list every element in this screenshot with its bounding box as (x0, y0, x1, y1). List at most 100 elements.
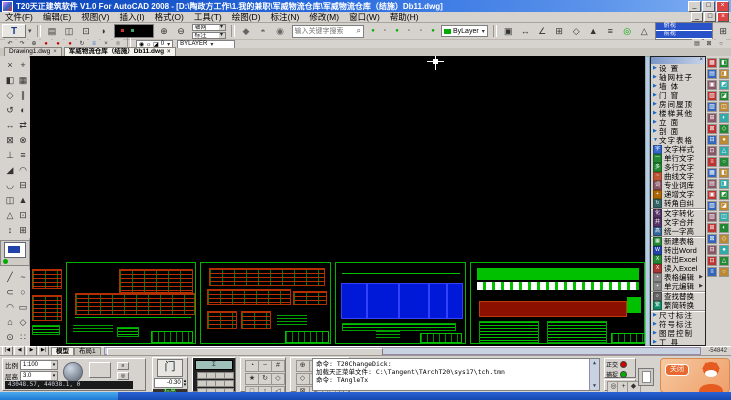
toolbar-icon[interactable]: ⊟ (707, 245, 717, 255)
toolbar-icon[interactable]: ◠ (16, 163, 31, 178)
toolbar-icon[interactable]: ≡ (707, 267, 717, 277)
screen-menu-item[interactable]: ▶墙 体 (651, 82, 705, 91)
toolbar-icon[interactable]: ⊕ (157, 24, 172, 39)
screen-menu-item[interactable]: 并文字合并 (651, 218, 705, 227)
command-line-window[interactable]: 命令: T20ChangeDick:加载天正菜单文件: C:\Tangent\T… (312, 358, 600, 391)
toolbar-icon[interactable]: ⊡ (16, 208, 31, 223)
toolbar-icon[interactable]: ⊡ (79, 24, 94, 39)
toolbar-icon[interactable]: ▫ (416, 26, 426, 36)
door-preview[interactable]: 门 (157, 359, 183, 377)
toolbar-icon[interactable]: △ (719, 256, 729, 266)
menu-item[interactable]: 帮助(H) (385, 11, 424, 23)
horizontal-scrollbar[interactable] (104, 347, 702, 355)
toolbar-icon[interactable]: ▨ (707, 102, 717, 112)
toolbar-icon[interactable]: ▧ (707, 91, 717, 101)
toggle-led[interactable] (620, 371, 627, 378)
toggle-led[interactable] (620, 361, 627, 368)
spinner[interactable]: ▴▾ (184, 379, 187, 387)
color-combo[interactable]: ByLayer (441, 25, 488, 37)
toolbar-icon[interactable]: △ (637, 24, 652, 39)
menu-item[interactable]: 视图(V) (76, 11, 114, 23)
clipboard-icon[interactable] (638, 368, 654, 386)
close-icon[interactable]: × (167, 48, 171, 56)
toolbar-icon[interactable]: ∠ (535, 24, 550, 39)
toolbar-icon[interactable]: ◨ (719, 69, 729, 79)
toolbar-icon[interactable]: ◫ (62, 24, 77, 39)
toolbar-icon[interactable]: ⊖ (174, 24, 189, 39)
toolbar-icon[interactable]: ⊟ (16, 178, 31, 193)
screen-menu-item[interactable]: ▪单元编辑▶ (651, 282, 705, 291)
screen-menu-item[interactable]: ▶尺寸标注 (651, 310, 705, 320)
toolbar-icon[interactable]: # (271, 360, 285, 372)
elevation-value-input[interactable]: -0.30 (154, 378, 183, 388)
screen-menu-item[interactable]: ▶设 置 (651, 64, 705, 73)
search-input[interactable] (293, 26, 355, 37)
toolbar-icon[interactable]: ▤ (707, 179, 717, 189)
screen-menu-item[interactable]: 字文字样式 (651, 145, 705, 154)
search-icon[interactable]: ⌕ (355, 26, 363, 36)
toolbar-icon[interactable]: ⊞ (707, 223, 717, 233)
drafting-toggle[interactable]: 捕捉 (606, 370, 634, 379)
maximize-button[interactable]: □ (704, 12, 716, 22)
toolbar-icon[interactable]: ◐ (16, 103, 31, 118)
minimize-button[interactable]: _ (688, 1, 701, 12)
toolbar-icon[interactable]: ◐ (719, 113, 729, 123)
app-icon[interactable] (2, 1, 13, 12)
logo-dropdown-arrow[interactable]: ▾ (28, 27, 32, 35)
toolbar-icon[interactable]: ○ (719, 267, 729, 277)
calculator-key[interactable] (224, 372, 234, 379)
toolbar-icon[interactable]: ▦ (707, 168, 717, 178)
toolbar-icon[interactable]: ⊟ (707, 135, 717, 145)
screen-menu-item[interactable]: 词专业词库 (651, 181, 705, 190)
toolbar-icon[interactable]: ▲ (16, 193, 31, 208)
screen-menu-item[interactable]: ▶剖 面 (651, 127, 705, 136)
view-list-row[interactable]: 前视 (656, 31, 712, 39)
menu-item[interactable]: 工具(T) (189, 11, 227, 23)
block-preview-image[interactable] (4, 242, 26, 258)
toolbar-icon[interactable]: ▨ (707, 212, 717, 222)
toolbar-icon[interactable]: ⊡ (707, 146, 717, 156)
toolbar-icon[interactable]: ⊕ (296, 360, 310, 372)
menu-item[interactable]: 编辑(E) (38, 11, 76, 23)
toolbar-icon[interactable]: ▫ (380, 26, 390, 36)
toolbar-icon[interactable]: ◇ (569, 24, 584, 39)
minimize-button[interactable]: _ (691, 12, 703, 22)
toolbar-icon[interactable]: ⊞ (707, 113, 717, 123)
toolbar-icon[interactable]: ▦ (16, 73, 31, 88)
mini-button-1[interactable]: ≡ (117, 362, 129, 370)
screen-menu-item[interactable]: W转出Word (651, 246, 705, 255)
mini-combo-1[interactable]: 轴网 (192, 24, 226, 31)
screen-menu-item[interactable]: ▶工 具 (651, 338, 705, 346)
toolbar-icon[interactable]: ▲ (586, 24, 601, 39)
toolbar-icon[interactable]: ◫ (719, 102, 729, 112)
toolbar-icon[interactable]: ◨ (719, 179, 729, 189)
toolbar-icon[interactable]: ▦ (707, 58, 717, 68)
menu-item[interactable]: 修改(M) (304, 11, 344, 23)
toolbar-icon[interactable]: ◪ (719, 201, 729, 211)
toolbar-icon[interactable]: ∷ (16, 330, 31, 345)
screen-menu-item[interactable]: 化文字转化 (651, 208, 705, 218)
screen-menu-item[interactable]: ▶图层控制 (651, 329, 705, 338)
toolbar-icon[interactable]: ▣ (707, 190, 717, 200)
toolbar-icon[interactable]: ◇ (296, 373, 310, 385)
toolbar-icon[interactable]: ◔ (245, 360, 259, 372)
toolbar-icon[interactable]: ● (719, 245, 729, 255)
close-icon[interactable]: × (699, 57, 703, 63)
toolbar-icon[interactable]: ~ (16, 270, 31, 285)
toolbar-icon[interactable]: ⊞ (552, 24, 567, 39)
toolbar-icon[interactable]: ◧ (719, 168, 729, 178)
close-icon[interactable]: × (53, 48, 57, 56)
toolbar-icon[interactable]: ▭ (16, 300, 31, 315)
toolbar-icon[interactable]: ◪ (719, 91, 729, 101)
floor-height-combo[interactable]: 3.0 (20, 371, 58, 381)
toolbar-icon[interactable]: ◇ (16, 315, 31, 330)
toolbar-icon[interactable]: ● (368, 26, 378, 36)
toolbar-icon[interactable]: ◧ (719, 58, 729, 68)
view-list-row[interactable]: 俯视 (656, 23, 712, 31)
toolbar-icon[interactable]: ◐ (719, 223, 729, 233)
toolbar-icon[interactable]: ◆ (239, 24, 254, 39)
toolbar-icon[interactable]: ◓ (256, 24, 271, 39)
screen-menu-item[interactable]: 繁繁简转换 (651, 301, 705, 310)
screen-menu-item[interactable]: ▶楼梯其他 (651, 109, 705, 118)
menu-item[interactable]: 绘图(D) (227, 11, 266, 23)
